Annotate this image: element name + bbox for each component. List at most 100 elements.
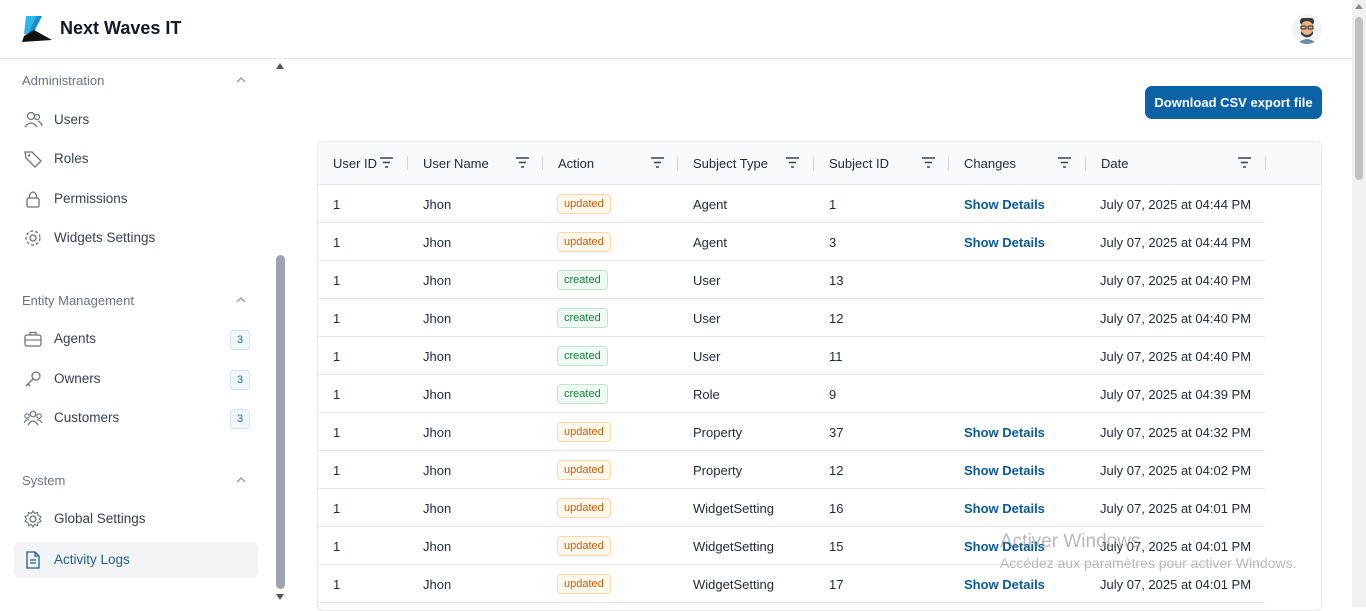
- column-separator[interactable]: [1265, 156, 1266, 170]
- cell-user-id: 1: [333, 273, 341, 288]
- settings-icon: [24, 509, 42, 529]
- cell-user-id: 1: [333, 425, 341, 440]
- download-csv-button[interactable]: Download CSV export file: [1145, 86, 1322, 119]
- cell-user-id: 1: [333, 539, 341, 554]
- show-details-link[interactable]: Show Details: [964, 425, 1045, 440]
- cell-user-name: Jhon: [423, 577, 452, 592]
- sidebar-item-customers[interactable]: Customers 3: [14, 400, 258, 436]
- cell-date: July 07, 2025 at 04:40 PM: [1100, 273, 1252, 288]
- column-header-changes[interactable]: Changes: [949, 142, 1086, 185]
- sidebar-item-label: Owners: [54, 371, 101, 386]
- sidebar-item-roles[interactable]: Roles: [14, 141, 258, 177]
- chevron-up-icon[interactable]: [234, 73, 248, 87]
- sidebar-item-label: Users: [54, 112, 90, 127]
- brand-name[interactable]: Next Waves IT: [60, 18, 181, 39]
- column-label: Subject Type: [693, 156, 768, 171]
- filter-icon[interactable]: [786, 157, 799, 168]
- sidebar-scrollbar[interactable]: [272, 59, 289, 607]
- column-header-action[interactable]: Action: [543, 142, 678, 185]
- action-badge: created: [557, 308, 608, 328]
- cell-user-id: 1: [333, 349, 341, 364]
- lock-icon: [26, 191, 40, 208]
- sidebar-item-label: Roles: [54, 151, 89, 166]
- scrollbar-thumb[interactable]: [1355, 17, 1363, 180]
- filter-icon[interactable]: [380, 157, 393, 168]
- filter-icon[interactable]: [651, 157, 664, 168]
- cell-date: July 07, 2025 at 04:01 PM: [1100, 539, 1252, 554]
- table-row[interactable]: 1 Jhon created User 13 July 07, 2025 at 04:40…: [318, 261, 1265, 299]
- scroll-up-arrow-icon[interactable]: [1355, 4, 1363, 9]
- table-row[interactable]: 1 Jhon updated Property 12 Show Details July 0…: [318, 451, 1265, 489]
- cell-subject-type: User: [693, 349, 721, 364]
- table-row[interactable]: 1 Jhon updated Agent 1 Show Details July 07, 2…: [318, 185, 1265, 223]
- column-header-user-name[interactable]: User Name: [408, 142, 543, 185]
- cell-user-name: Jhon: [423, 501, 452, 516]
- filter-icon[interactable]: [1058, 157, 1071, 168]
- cell-user-name: Jhon: [423, 463, 452, 478]
- count-badge: 3: [230, 330, 250, 350]
- sidebar-item-users[interactable]: Users: [14, 102, 258, 138]
- action-badge: updated: [557, 574, 611, 594]
- show-details-link[interactable]: Show Details: [964, 463, 1045, 478]
- cell-subject-type: User: [693, 273, 721, 288]
- document-icon: [26, 551, 40, 569]
- scroll-down-arrow-icon[interactable]: [276, 594, 284, 600]
- sidebar-item-label: Activity Logs: [54, 552, 130, 567]
- logo-icon[interactable]: [22, 14, 54, 44]
- cell-user-id: 1: [333, 197, 341, 212]
- column-label: Date: [1101, 156, 1129, 171]
- show-details-link[interactable]: Show Details: [964, 539, 1045, 554]
- table-row[interactable]: 1 Jhon updated WidgetSetting 15 Show Details J…: [318, 527, 1265, 565]
- group-icon: [23, 410, 43, 426]
- sidebar-item-owners[interactable]: Owners 3: [14, 361, 258, 397]
- action-badge: created: [557, 270, 608, 290]
- column-header-subject-type[interactable]: Subject Type: [678, 142, 814, 185]
- count-badge: 3: [230, 370, 250, 390]
- column-header-user-id[interactable]: User ID: [318, 142, 408, 185]
- briefcase-icon: [24, 331, 42, 347]
- cell-user-name: Jhon: [423, 197, 452, 212]
- cell-user-id: 1: [333, 577, 341, 592]
- sidebar-item-widgets-settings[interactable]: Widgets Settings: [14, 220, 258, 256]
- filter-icon[interactable]: [922, 157, 935, 168]
- show-details-link[interactable]: Show Details: [964, 501, 1045, 516]
- sidebar-item-activity-logs[interactable]: Activity Logs: [14, 542, 258, 578]
- scrollbar-thumb[interactable]: [276, 255, 285, 589]
- sidebar-item-agents[interactable]: Agents 3: [14, 321, 258, 357]
- cell-user-name: Jhon: [423, 425, 452, 440]
- filter-icon[interactable]: [516, 157, 529, 168]
- chevron-up-icon[interactable]: [234, 473, 248, 487]
- table-row[interactable]: 1 Jhon created Role 9 July 07, 2025 at 04:39 …: [318, 375, 1265, 413]
- action-badge: updated: [557, 536, 611, 556]
- show-details-link[interactable]: Show Details: [964, 197, 1045, 212]
- column-header-date[interactable]: Date: [1086, 142, 1266, 185]
- cell-user-id: 1: [333, 311, 341, 326]
- cell-user-name: Jhon: [423, 387, 452, 402]
- column-header-subject-id[interactable]: Subject ID: [814, 142, 949, 185]
- chevron-up-icon[interactable]: [234, 293, 248, 307]
- sidebar-item-label: Widgets Settings: [54, 230, 156, 245]
- table-row[interactable]: 1 Jhon updated WidgetSetting 16 Show Details J…: [318, 489, 1265, 527]
- sidebar-item-label: Global Settings: [54, 511, 146, 526]
- user-avatar[interactable]: [1292, 14, 1322, 44]
- cell-subject-id: 17: [829, 577, 844, 592]
- page-scrollbar[interactable]: [1352, 0, 1366, 607]
- sidebar-item-label: Customers: [54, 410, 120, 425]
- table-row[interactable]: 1 Jhon updated WidgetSetting 17 Show Details J…: [318, 565, 1265, 603]
- table-row[interactable]: 1 Jhon updated Property 37 Show Details July 0…: [318, 413, 1265, 451]
- sidebar-item-global-settings[interactable]: Global Settings: [14, 501, 258, 537]
- show-details-link[interactable]: Show Details: [964, 235, 1045, 250]
- cell-subject-id: 9: [829, 387, 837, 402]
- cell-user-name: Jhon: [423, 235, 452, 250]
- cell-subject-id: 12: [829, 463, 844, 478]
- action-badge: updated: [557, 232, 611, 252]
- table-row[interactable]: 1 Jhon created User 12 July 07, 2025 at 04:40…: [318, 299, 1265, 337]
- cell-subject-id: 1: [829, 197, 837, 212]
- table-row[interactable]: 1 Jhon created User 11 July 07, 2025 at 04:40…: [318, 337, 1265, 375]
- table-row[interactable]: 1 Jhon updated Agent 3 Show Details July 07, 2…: [318, 223, 1265, 261]
- filter-icon[interactable]: [1238, 157, 1251, 168]
- scroll-up-arrow-icon[interactable]: [276, 63, 284, 69]
- cell-subject-id: 12: [829, 311, 844, 326]
- show-details-link[interactable]: Show Details: [964, 577, 1045, 592]
- sidebar-item-permissions[interactable]: Permissions: [14, 181, 258, 217]
